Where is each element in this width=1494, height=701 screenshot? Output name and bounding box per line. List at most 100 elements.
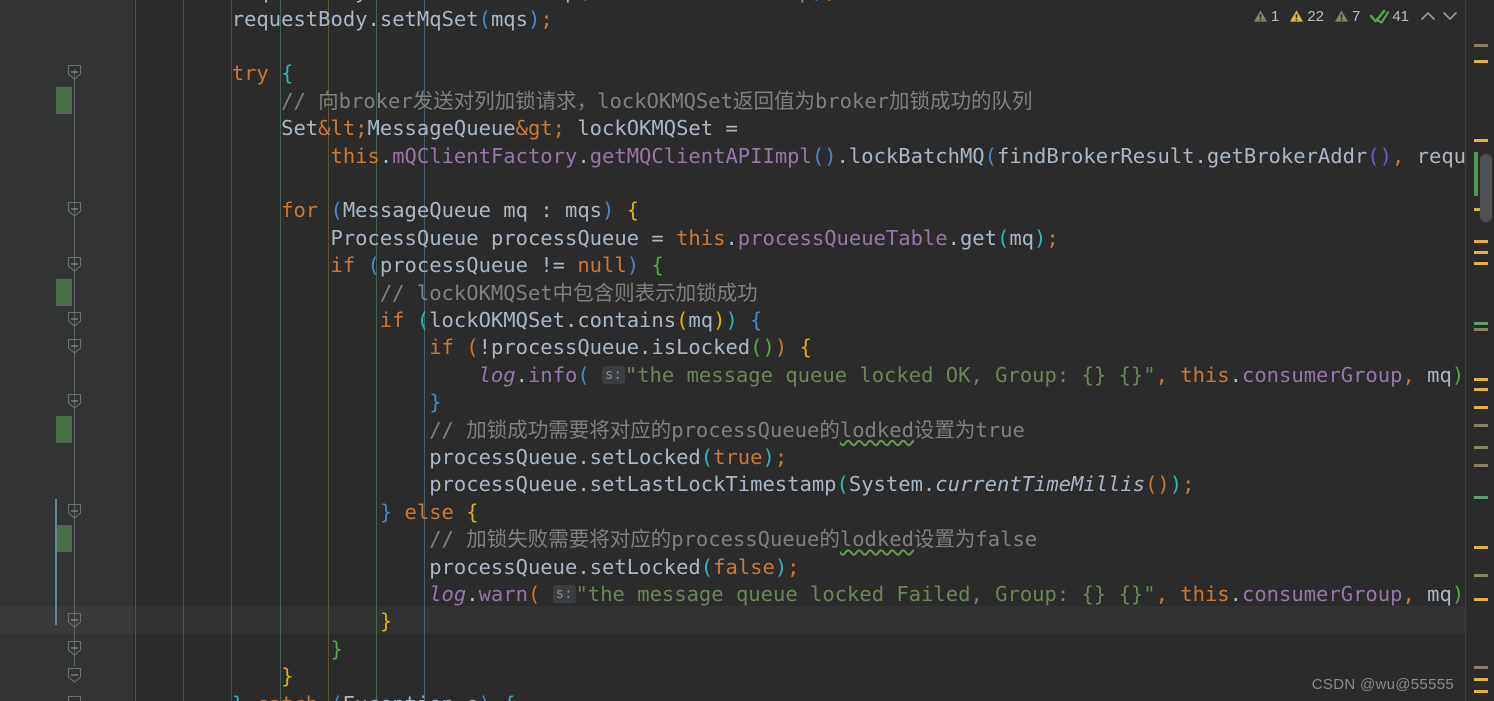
editor-gutter[interactable]	[0, 0, 100, 701]
marker-stripe[interactable]	[1474, 139, 1488, 142]
code-line[interactable]: }	[133, 636, 342, 663]
code-line[interactable]: if (lockOKMQSet.contains(mq)) {	[133, 307, 763, 334]
code-line-partial-above: requestBody.setConsumerGroup(this.consum…	[133, 0, 837, 6]
marker-stripe[interactable]	[1474, 406, 1488, 409]
code-line[interactable]: }	[133, 608, 392, 635]
prev-problem-button[interactable]	[1419, 5, 1437, 27]
next-problem-button[interactable]	[1441, 5, 1459, 27]
inspection-warning-2[interactable]: 22	[1289, 8, 1324, 25]
marker-stripe[interactable]	[1474, 598, 1488, 601]
fold-minus-icon	[67, 394, 82, 409]
code-line[interactable]: // 加锁成功需要将对应的processQueue的lodked设置为true	[133, 417, 1025, 444]
fold-minus-icon	[67, 695, 82, 701]
marker-stripe[interactable]	[1474, 496, 1488, 499]
code-line[interactable]: } else {	[133, 499, 479, 526]
code-line[interactable]: } catch (Exception e) {	[133, 691, 516, 701]
code-line[interactable]: }	[133, 663, 293, 690]
code-line[interactable]: requestBody.setMqSet(mqs);	[133, 6, 553, 33]
scrollbar-visible-range-marker	[1474, 152, 1478, 196]
code-line[interactable]: try {	[133, 60, 294, 87]
inspection-count-2: 22	[1307, 7, 1324, 25]
gutter-range-marker	[55, 498, 57, 625]
code-fold-marker[interactable]	[66, 503, 83, 520]
code-line[interactable]: }	[133, 389, 441, 416]
fold-minus-icon	[67, 65, 82, 81]
code-fold-marker[interactable]	[66, 311, 83, 328]
fold-minus-icon	[67, 311, 82, 327]
code-fold-marker[interactable]	[66, 338, 83, 355]
fold-minus-icon	[67, 640, 82, 656]
vcs-change-marker	[56, 415, 72, 443]
marker-stripe[interactable]	[1474, 388, 1488, 391]
marker-stripes[interactable]	[1465, 26, 1494, 701]
warning-yellow-icon	[1290, 10, 1304, 22]
code-fold-marker[interactable]	[66, 64, 83, 81]
inspection-count-3: 7	[1351, 7, 1361, 25]
marker-stripe[interactable]	[1474, 574, 1488, 577]
checkmark-green-icon	[1370, 9, 1390, 24]
fold-minus-icon	[67, 257, 82, 272]
marker-stripe[interactable]	[1474, 44, 1488, 47]
code-line[interactable]: this.mQClientFactory.getMQClientAPIImpl(…	[133, 143, 1465, 170]
code-fold-marker[interactable]	[66, 393, 83, 410]
marker-stripe[interactable]	[1474, 446, 1488, 449]
fold-minus-icon	[67, 668, 82, 683]
inspection-warning-1[interactable]: 1	[1253, 8, 1279, 25]
code-line[interactable]: if (!processQueue.isLocked()) {	[133, 334, 812, 361]
code-fold-marker[interactable]	[66, 612, 83, 629]
marker-stripe[interactable]	[1474, 424, 1488, 427]
inspection-count-1: 1	[1270, 7, 1280, 25]
inspection-widget[interactable]: 1 22 7 41	[1249, 3, 1462, 29]
code-fold-marker[interactable]	[66, 201, 83, 218]
code-line[interactable]: processQueue.setLocked(false);	[133, 554, 799, 581]
inspection-warning-3[interactable]: 7	[1334, 8, 1360, 25]
scrollbar-thumb[interactable]	[1480, 154, 1492, 222]
code-line[interactable]: processQueue.setLocked(true);	[133, 444, 787, 471]
marker-stripe[interactable]	[1474, 666, 1488, 669]
fold-minus-icon	[67, 503, 82, 519]
warning-gray2-icon	[1334, 10, 1349, 22]
code-editor-area[interactable]: requestBody.setMqSet(mqs); try { // 向bro…	[133, 0, 1465, 701]
marker-stripe[interactable]	[1474, 464, 1488, 467]
editor-marker-scrollbar[interactable]	[1465, 0, 1494, 701]
code-line[interactable]: if (processQueue != null) {	[133, 252, 663, 279]
fold-minus-icon	[67, 613, 82, 629]
inspection-count-ok: 41	[1392, 7, 1409, 25]
warning-gray-icon	[1253, 10, 1267, 22]
marker-stripe[interactable]	[1474, 60, 1488, 63]
marker-stripe[interactable]	[1474, 240, 1488, 243]
code-line[interactable]: log.info( s: "the message queue locked OK…	[133, 362, 1465, 389]
code-fold-marker[interactable]	[66, 667, 83, 684]
code-fold-marker[interactable]	[66, 256, 83, 273]
inspection-ok[interactable]: 41	[1370, 8, 1409, 25]
marker-stripe[interactable]	[1474, 690, 1488, 693]
idea-editor-window: 0506070809101112131415161718192021222324…	[0, 0, 1494, 701]
marker-stripe[interactable]	[1474, 678, 1488, 681]
csdn-watermark: CSDN @wu@55555	[1311, 676, 1454, 693]
code-line[interactable]: ProcessQueue processQueue = this.process…	[133, 225, 1058, 252]
fold-connector-line	[74, 69, 75, 667]
marker-stripe[interactable]	[1474, 262, 1488, 265]
vcs-change-marker	[56, 525, 72, 553]
code-line[interactable]: log.warn( s: "the message queue locked Fa…	[133, 581, 1465, 608]
editor-gutter-fold-strip[interactable]	[100, 0, 133, 701]
code-line[interactable]: for (MessageQueue mq : mqs) {	[133, 197, 639, 224]
code-line[interactable]: Set&lt;MessageQueue&gt; lockOKMQSet =	[133, 115, 738, 142]
marker-stripe[interactable]	[1474, 328, 1488, 331]
code-fold-marker[interactable]	[66, 640, 83, 657]
vcs-change-marker	[56, 86, 72, 115]
code-fold-marker[interactable]	[66, 695, 83, 701]
chevron-down-icon	[1443, 12, 1457, 20]
marker-stripe[interactable]	[1474, 251, 1488, 254]
fold-minus-icon	[67, 339, 82, 355]
code-line[interactable]: processQueue.setLastLockTimestamp(System…	[133, 471, 1194, 498]
chevron-up-icon	[1421, 12, 1435, 20]
code-line[interactable]: // 向broker发送对列加锁请求，lockOKMQSet返回值为broker…	[133, 88, 1032, 115]
marker-stripe[interactable]	[1474, 546, 1488, 549]
marker-stripe[interactable]	[1474, 322, 1488, 325]
fold-minus-icon	[67, 202, 82, 218]
code-line[interactable]: // 加锁失败需要将对应的processQueue的lodked设置为false	[133, 526, 1037, 553]
vcs-change-marker	[56, 278, 72, 306]
marker-stripe[interactable]	[1474, 378, 1488, 381]
code-line[interactable]: // lockOKMQSet中包含则表示加锁成功	[133, 280, 758, 307]
